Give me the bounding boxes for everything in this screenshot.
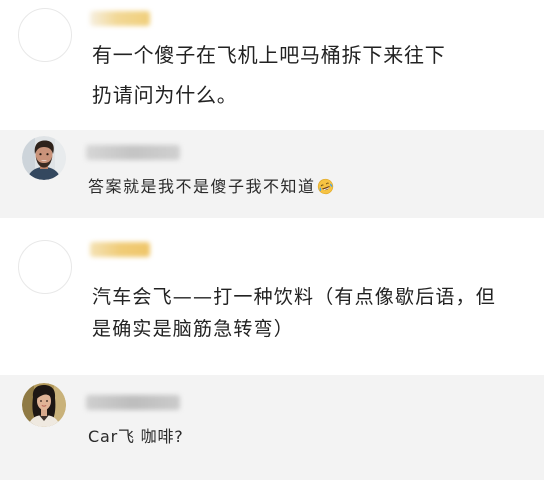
laughing-crying-icon bbox=[317, 178, 334, 195]
reply-text: 答案就是我不是傻子我不知道 bbox=[88, 176, 334, 198]
reply-text-content: 答案就是我不是傻子我不知道 bbox=[88, 177, 316, 196]
comment-text-line: 是确实是脑筋急转弯） bbox=[92, 318, 295, 340]
comment[interactable]: 有一个傻子在飞机上吧马桶拆下来往下 扔请问为什么。 bbox=[0, 0, 544, 130]
comment[interactable]: 汽车会飞——打一种饮料（有点像歇后语，但 是确实是脑筋急转弯） bbox=[0, 218, 544, 375]
username-blurred[interactable] bbox=[86, 395, 180, 410]
reply[interactable]: Car飞 咖啡? bbox=[0, 375, 544, 480]
man-photo-avatar-icon[interactable] bbox=[22, 136, 66, 180]
comment-text: 有一个傻子在飞机上吧马桶拆下来往下 扔请问为什么。 bbox=[92, 35, 446, 115]
comment-text-line: 有一个傻子在飞机上吧马桶拆下来往下 bbox=[92, 43, 446, 67]
comment-text-line: 扔请问为什么。 bbox=[92, 83, 238, 107]
comment-text-line: 汽车会飞——打一种饮料（有点像歇后语，但 bbox=[92, 286, 497, 308]
username-blurred[interactable] bbox=[86, 145, 180, 160]
username-blurred[interactable] bbox=[90, 242, 150, 257]
reply-text-content: Car飞 咖啡? bbox=[88, 427, 184, 446]
reply-text: Car飞 咖啡? bbox=[88, 426, 184, 448]
blank-avatar-icon[interactable] bbox=[18, 240, 72, 294]
comment-text: 汽车会飞——打一种饮料（有点像歇后语，但 是确实是脑筋急转弯） bbox=[92, 281, 496, 345]
comment-thread: 有一个傻子在飞机上吧马桶拆下来往下 扔请问为什么。 答案就是我不是傻子我不知道 … bbox=[0, 0, 544, 480]
blank-avatar-icon[interactable] bbox=[18, 8, 72, 62]
username-blurred[interactable] bbox=[90, 11, 150, 26]
woman-photo-avatar-icon[interactable] bbox=[22, 383, 66, 427]
reply[interactable]: 答案就是我不是傻子我不知道 bbox=[0, 130, 544, 218]
